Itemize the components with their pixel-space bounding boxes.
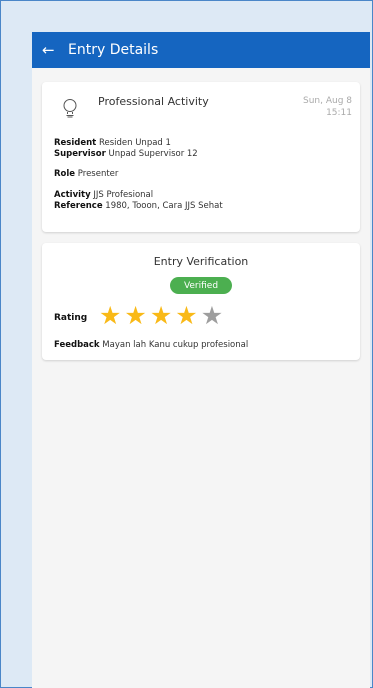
entry-card: Professional Activity Sun, Aug 8 15:11 R…	[42, 82, 360, 232]
entry-date: Sun, Aug 8	[302, 96, 352, 106]
supervisor-value: Unpad Supervisor 12	[108, 149, 198, 159]
entry-title: Professional Activity	[98, 95, 209, 108]
supervisor-label: Supervisor	[54, 149, 106, 159]
rating-label: Rating	[54, 313, 88, 323]
star-icon[interactable]: ★	[99, 301, 121, 331]
lightbulb-icon	[63, 99, 77, 118]
supervisor-row: Supervisor Unpad Supervisor 12	[54, 149, 198, 159]
status-badge: Verified	[170, 277, 232, 294]
feedback-value: Mayan lah Kanu cukup profesional	[102, 340, 249, 350]
star-icon[interactable]: ★	[175, 301, 197, 331]
role-row: Role Presenter	[54, 169, 118, 179]
verification-card: Entry Verification Verified Rating ★ ★ ★ ★ ★…	[42, 243, 360, 360]
feedback-label: Feedback	[54, 340, 100, 350]
rating-stars: ★ ★ ★ ★ ★	[99, 301, 226, 331]
star-icon[interactable]: ★	[124, 301, 146, 331]
page-title: Entry Details	[68, 42, 159, 58]
resident-row: Resident Residen Unpad 1	[54, 138, 171, 148]
app-screen: ← Entry Details Professional Activity Su…	[32, 32, 370, 688]
resident-label: Resident	[54, 138, 97, 148]
verification-title: Entry Verification	[153, 255, 249, 268]
entry-time: 15:11	[326, 108, 352, 118]
activity-row: Activity JJS Profesional	[54, 190, 153, 200]
star-icon[interactable]: ★	[201, 301, 223, 331]
reference-row: Reference 1980, Tooon, Cara JJS Sehat	[54, 201, 223, 211]
reference-label: Reference	[54, 201, 103, 211]
reference-value: 1980, Tooon, Cara JJS Sehat	[105, 201, 223, 211]
role-value: Presenter	[77, 169, 119, 179]
activity-value: JJS Profesional	[93, 190, 154, 200]
resident-value: Residen Unpad 1	[98, 138, 171, 148]
role-label: Role	[54, 169, 76, 179]
star-icon[interactable]: ★	[150, 301, 172, 331]
feedback-row: Feedback Mayan lah Kanu cukup profesiona…	[54, 340, 248, 350]
back-arrow-icon[interactable]: ←	[42, 42, 62, 58]
app-bar: ← Entry Details	[32, 32, 370, 68]
activity-label: Activity	[54, 190, 91, 200]
entry-datetime: Sun, Aug 8 15:11	[303, 95, 352, 119]
